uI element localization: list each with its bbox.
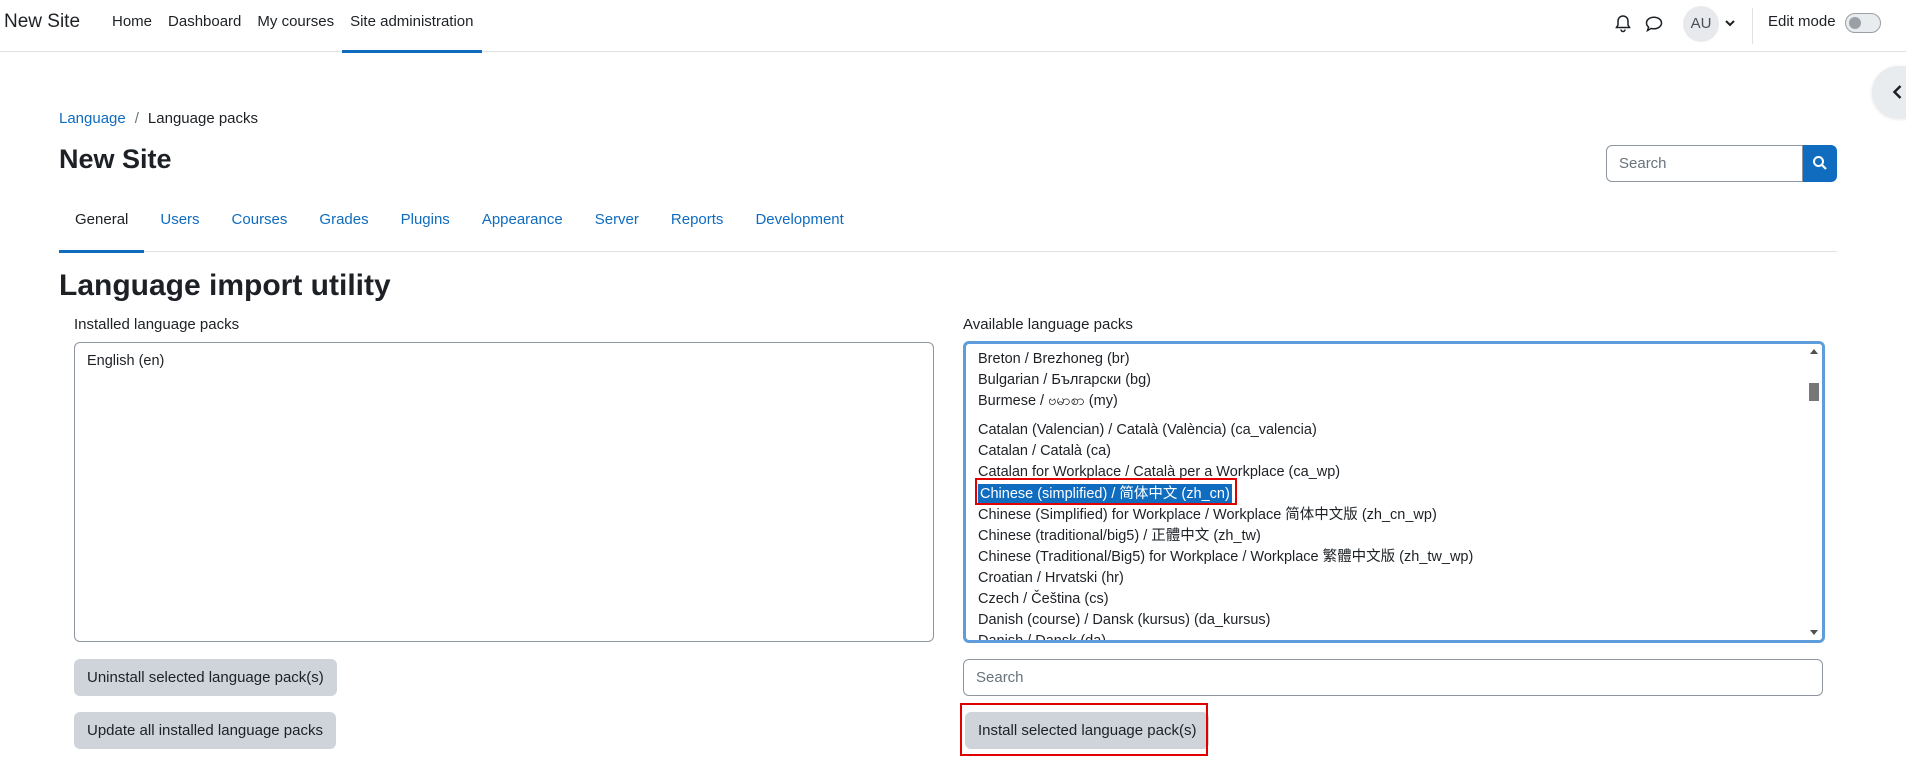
list-item[interactable]: Bulgarian / Български (bg) — [978, 370, 1151, 390]
section-heading: Language import utility — [59, 269, 391, 302]
list-item[interactable]: English (en) — [87, 351, 164, 371]
toggle-knob — [1849, 17, 1861, 29]
list-item[interactable]: Chinese (traditional/big5) / 正體中文 (zh_tw… — [978, 526, 1261, 546]
scroll-down-arrow-icon[interactable] — [1810, 630, 1818, 635]
edit-mode-toggle[interactable] — [1845, 13, 1881, 33]
installed-packs-label: Installed language packs — [74, 316, 240, 333]
list-scrollbar[interactable] — [1806, 344, 1822, 640]
list-item[interactable]: Danish (course) / Dansk (kursus) (da_kur… — [978, 610, 1271, 630]
breadcrumb: Language / Language packs — [59, 110, 258, 127]
chat-bubble-icon[interactable] — [1642, 12, 1666, 36]
chevron-down-icon[interactable] — [1722, 15, 1738, 31]
tab-server[interactable]: Server — [579, 200, 655, 252]
breadcrumb-language[interactable]: Language — [59, 110, 126, 127]
user-avatar[interactable]: AU — [1683, 6, 1719, 42]
tab-courses[interactable]: Courses — [216, 200, 304, 252]
list-item[interactable]: Catalan for Workplace / Català per a Wor… — [978, 462, 1340, 482]
edit-mode-label: Edit mode — [1768, 13, 1836, 30]
search-icon — [1813, 156, 1827, 170]
tab-general[interactable]: General — [59, 200, 145, 253]
list-item[interactable]: Catalan (Valencian) / Català (València) … — [978, 420, 1317, 440]
nav-home[interactable]: Home — [104, 0, 160, 52]
chevron-left-icon — [1892, 85, 1902, 99]
admin-tabs: General Users Courses Grades Plugins App… — [59, 200, 1837, 253]
list-item[interactable]: Chinese (Simplified) for Workplace / Wor… — [978, 505, 1437, 525]
available-packs-list[interactable]: Breton / Brezhoneg (br) Bulgarian / Бълг… — [963, 341, 1825, 643]
list-item[interactable]: Catalan / Català (ca) — [978, 441, 1111, 461]
nav-my-courses[interactable]: My courses — [249, 0, 342, 52]
bell-icon[interactable] — [1611, 12, 1635, 36]
list-item-selected[interactable]: Chinese (simplified) / 简体中文 (zh_cn) — [978, 484, 1232, 504]
top-navbar: New Site Home Dashboard My courses Site … — [0, 0, 1906, 53]
list-item[interactable]: Chinese (Traditional/Big5) for Workplace… — [978, 547, 1473, 567]
tab-development[interactable]: Development — [739, 200, 859, 252]
update-all-button[interactable]: Update all installed language packs — [74, 712, 336, 749]
install-selected-button[interactable]: Install selected language pack(s) — [965, 712, 1210, 749]
tab-users[interactable]: Users — [144, 200, 215, 252]
nav-site-administration[interactable]: Site administration — [342, 0, 482, 53]
page-title: New Site — [59, 144, 172, 174]
tab-plugins[interactable]: Plugins — [385, 200, 466, 252]
list-item[interactable]: Burmese / ဗမာစာ (my) — [978, 391, 1118, 411]
tab-grades[interactable]: Grades — [303, 200, 384, 252]
header-search — [1606, 145, 1837, 182]
list-item[interactable]: Croatian / Hrvatski (hr) — [978, 568, 1124, 588]
available-packs-search-input[interactable] — [963, 659, 1823, 696]
header-search-button[interactable] — [1803, 145, 1837, 182]
tab-appearance[interactable]: Appearance — [466, 200, 579, 252]
list-item[interactable]: Breton / Brezhoneg (br) — [978, 349, 1130, 369]
primary-navigation: Home Dashboard My courses Site administr… — [104, 0, 482, 53]
breadcrumb-language-packs: Language packs — [147, 110, 259, 127]
list-item[interactable]: Danish / Dansk (da) — [978, 631, 1106, 640]
site-brand[interactable]: New Site — [4, 11, 80, 33]
scroll-up-arrow-icon[interactable] — [1810, 349, 1818, 354]
open-drawer-button[interactable] — [1872, 66, 1906, 118]
available-packs-label: Available language packs — [963, 316, 1133, 333]
uninstall-button[interactable]: Uninstall selected language pack(s) — [74, 659, 337, 696]
installed-packs-list[interactable]: English (en) — [74, 342, 934, 642]
breadcrumb-separator: / — [134, 110, 139, 127]
header-search-input[interactable] — [1606, 145, 1803, 182]
scroll-thumb[interactable] — [1809, 383, 1819, 401]
nav-dashboard[interactable]: Dashboard — [160, 0, 249, 52]
navbar-divider — [1752, 8, 1753, 44]
list-item[interactable]: Czech / Čeština (cs) — [978, 589, 1109, 609]
tab-reports[interactable]: Reports — [655, 200, 740, 252]
